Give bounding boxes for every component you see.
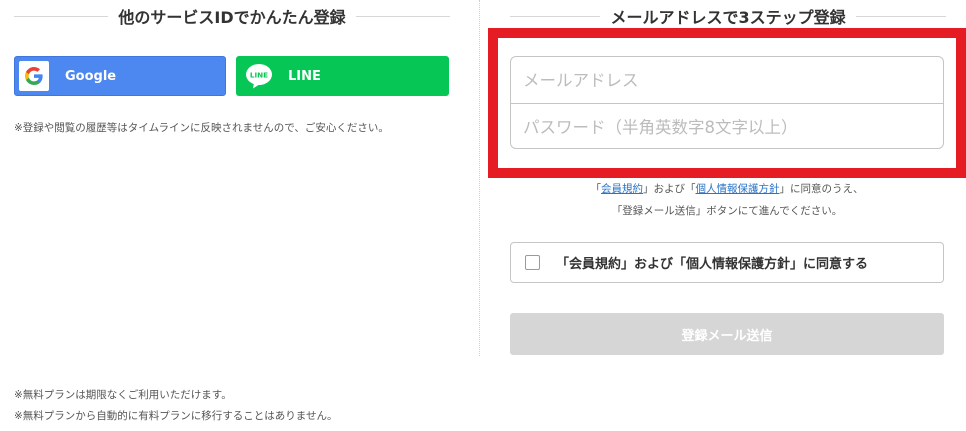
email-heading-text: メールアドレスで3ステップ登録 [610,8,846,27]
google-icon [19,61,49,91]
history-note: ※登録や閲覧の履歴等はタイムラインに反映されませんので、ご安心ください。 [14,122,389,134]
heading-rule-left [510,15,601,17]
sso-heading: 他のサービスIDでかんたん登録 [14,4,450,28]
privacy-policy-link[interactable]: 個人情報保護方針 [696,183,780,195]
agree-checkbox-row[interactable]: 「会員規約」および「個人情報保護方針」に同意する [510,242,944,283]
google-signup-button[interactable]: Google [14,56,226,96]
no-auto-upgrade-note: ※無料プランから自動的に有料プランに移行することはありません。 [14,410,338,422]
email-signup-section: メールアドレスで3ステップ登録 「会員規約」および「個人情報保護方針」に同意のう… [488,0,966,360]
email-heading: メールアドレスで3ステップ登録 [510,4,947,28]
email-field[interactable] [511,57,943,103]
terms-link[interactable]: 会員規約 [601,183,643,195]
free-plan-note: ※無料プランは期限なくご利用いただけます。 [14,389,232,401]
agree-checkbox[interactable] [525,255,540,270]
sso-heading-text: 他のサービスIDでかんたん登録 [118,8,346,27]
sso-section: 他のサービスIDでかんたん登録 Google LINE LINE ※登録や閲覧の… [0,0,470,360]
column-divider [479,0,480,356]
consent-text: 」に同意のうえ、 [779,183,864,195]
line-button-label: LINE [288,68,321,84]
line-signup-button[interactable]: LINE LINE [236,56,449,96]
send-registration-email-button[interactable]: 登録メール送信 [510,313,944,355]
line-icon-text: LINE [250,70,268,79]
credentials-field-group [510,56,944,149]
agreement-instructions-line2: 「登録メール送信」ボタンにて進んでください。 [611,205,843,217]
heading-rule-left [14,15,109,17]
heading-rule-right [855,15,947,17]
google-button-label: Google [65,68,117,84]
agree-checkbox-label: 「会員規約」および「個人情報保護方針」に同意する [556,257,869,272]
connector-text: 」および「 [643,183,696,195]
line-icon: LINE [244,61,274,91]
bracket-text: 「 [590,183,602,195]
heading-rule-right [355,15,450,17]
agreement-instructions-line1: 「会員規約」および「個人情報保護方針」に同意のうえ、 [488,181,966,196]
password-field[interactable] [511,104,943,148]
